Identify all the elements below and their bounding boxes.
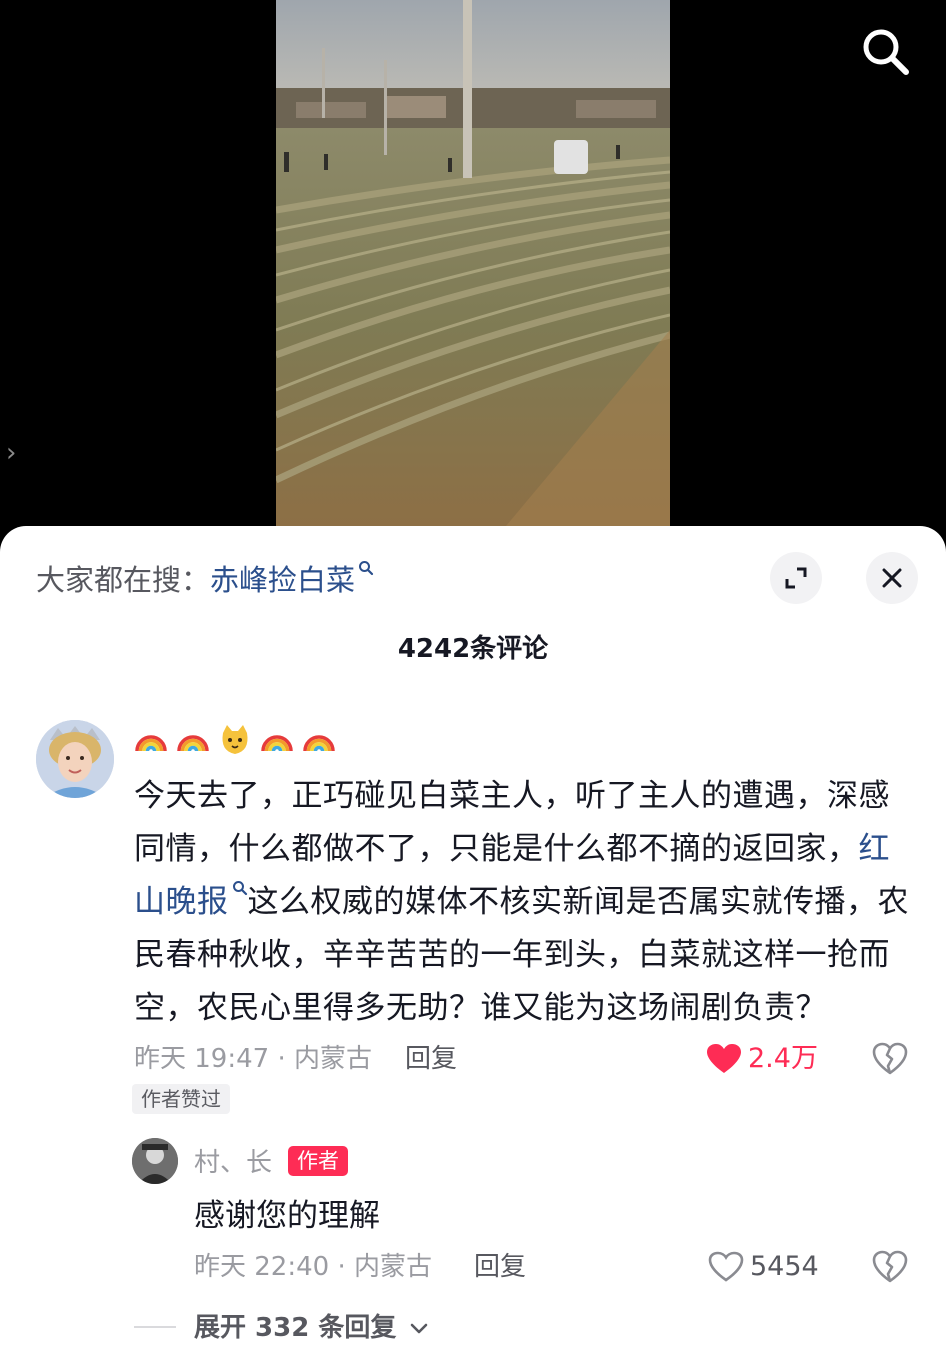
hot-search-keyword[interactable]: 赤峰捡白菜 xyxy=(210,563,355,597)
reply-button[interactable]: 回复 xyxy=(405,1042,457,1076)
chevron-down-icon xyxy=(411,1323,428,1334)
rainbow-emoji xyxy=(135,735,167,752)
rainbow-emoji xyxy=(303,735,335,752)
divider xyxy=(134,1326,176,1328)
comment-text: 今天去了，正巧碰见白菜主人，听了主人的遭遇，深感同情，什么都做不了，只能是什么都… xyxy=(134,770,914,1035)
search-icon xyxy=(358,546,374,586)
heart-filled-icon xyxy=(707,1044,741,1073)
heart-outline-icon xyxy=(708,1251,744,1282)
cat-emoji xyxy=(222,725,248,754)
expand-replies-button[interactable]: 展开 332 条回复 xyxy=(194,1311,429,1345)
comment-text-part1: 今天去了，正巧碰见白菜主人，听了主人的遭遇，深感同情，什么都做不了，只能是什么都… xyxy=(134,778,890,867)
like-button[interactable]: 2.4万 xyxy=(706,1042,818,1076)
hot-search-bar[interactable]: 大家都在搜：赤峰捡白菜 xyxy=(36,560,374,600)
author-liked-tag: 作者赞过 xyxy=(132,1084,230,1114)
cabbage-field-image xyxy=(276,0,670,526)
side-arrow-icon[interactable]: › xyxy=(6,438,16,468)
avatar[interactable] xyxy=(36,720,114,798)
comment-time-location: 昨天 19:47 · 内蒙古 xyxy=(134,1044,372,1074)
reply-username[interactable]: 村、长 xyxy=(194,1146,272,1180)
avatar[interactable] xyxy=(132,1138,178,1184)
like-count: 5454 xyxy=(750,1251,819,1282)
reply-text: 感谢您的理解 xyxy=(194,1198,380,1234)
video-frame xyxy=(276,0,670,526)
search-icon xyxy=(232,860,248,913)
expand-replies-label: 展开 332 条回复 xyxy=(194,1313,397,1343)
reply-button[interactable]: 回复 xyxy=(474,1250,526,1284)
author-badge: 作者 xyxy=(288,1146,348,1176)
reply-time-location: 昨天 22:40 · 内蒙古 xyxy=(194,1252,432,1282)
comment-text-part2: 这么权威的媒体不核实新闻是否属实就传播，农民春种秋收，辛辛苦苦的一年到头，白菜就… xyxy=(134,884,909,1026)
comment-count-title: 4242条评论 xyxy=(397,634,549,664)
like-count: 2.4万 xyxy=(748,1043,818,1074)
like-button[interactable]: 5454 xyxy=(708,1250,819,1284)
comment-sheet: 大家都在搜：赤峰捡白菜 4242条评论 今天去了，正巧碰见白菜主人，听了主人的遭… xyxy=(0,526,946,1370)
rainbow-emoji xyxy=(177,735,209,752)
broken-heart-icon[interactable] xyxy=(872,1250,908,1284)
search-icon[interactable] xyxy=(856,22,914,80)
hot-search-prefix: 大家都在搜： xyxy=(36,563,211,597)
video-player[interactable]: › xyxy=(0,0,946,530)
broken-heart-icon[interactable] xyxy=(872,1042,908,1076)
rainbow-emoji xyxy=(261,735,293,752)
expand-icon[interactable] xyxy=(770,552,822,604)
username-emojis[interactable] xyxy=(134,720,336,760)
close-icon[interactable] xyxy=(866,552,918,604)
